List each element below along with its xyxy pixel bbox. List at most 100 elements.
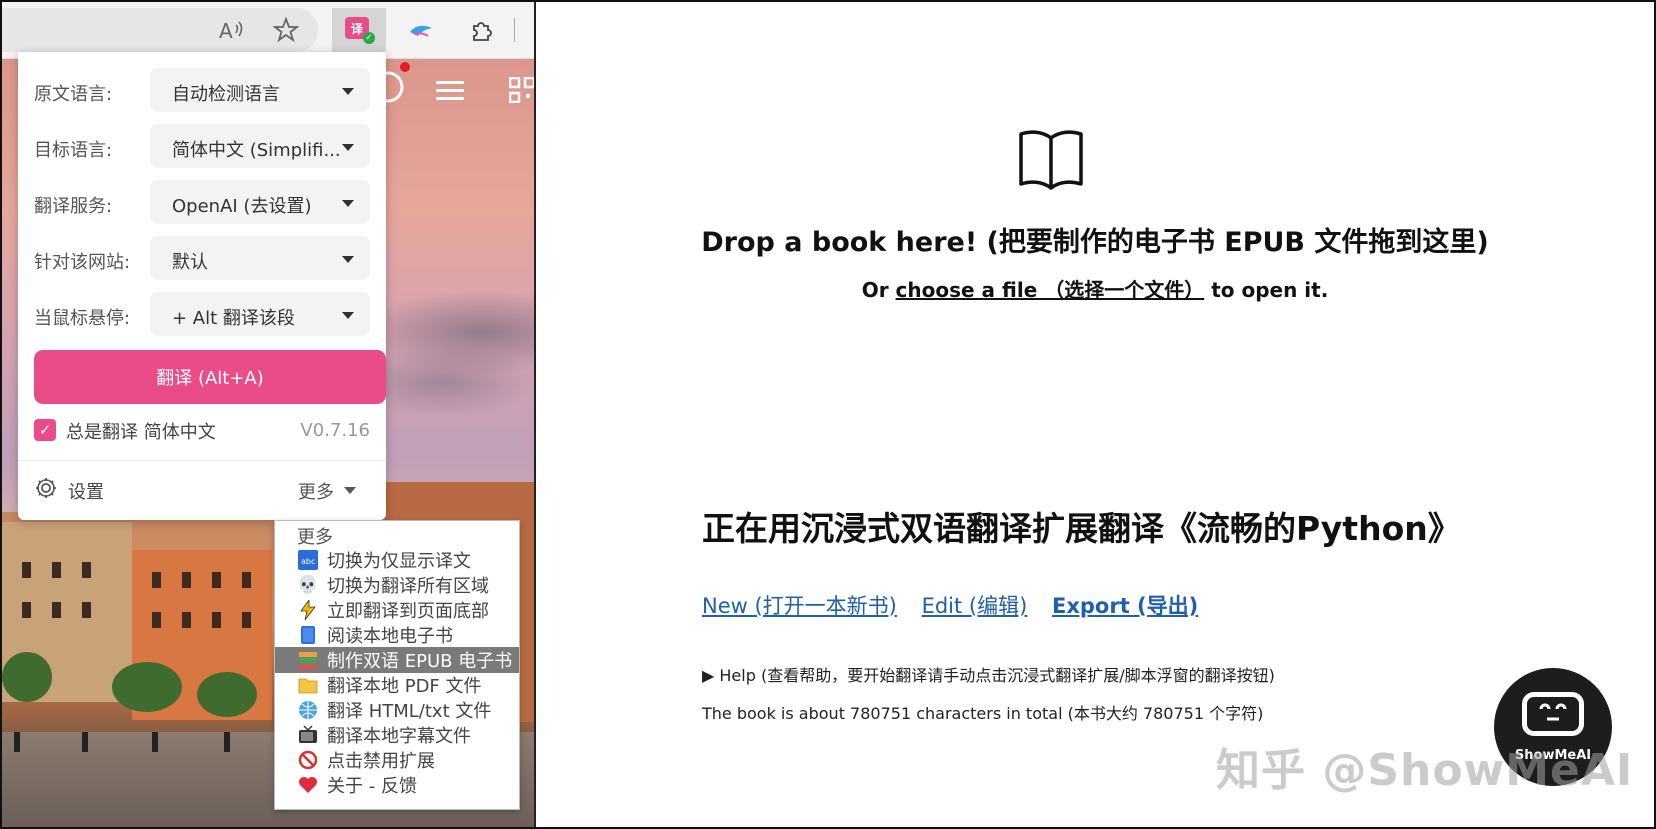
check-badge-icon: ✓ bbox=[363, 32, 375, 44]
version-label: V0.7.16 bbox=[300, 420, 370, 441]
epub-maker-page: Drop a book here! (把要制作的电子书 EPUB 文件拖到这里)… bbox=[536, 2, 1654, 827]
tree bbox=[112, 662, 182, 712]
or-prefix: Or bbox=[861, 278, 889, 302]
translation-heading: 正在用沉浸式双语翻译扩展翻译《流畅的Python》 bbox=[702, 509, 1461, 548]
chevron-down-icon bbox=[342, 88, 354, 95]
browser-panel: A 译 ✓ 原文语言: 自动检测语言 目标语言: 简体中文 (Simplifi.… bbox=[2, 2, 536, 827]
chevron-down-icon bbox=[342, 144, 354, 151]
window bbox=[152, 612, 161, 628]
globe-icon bbox=[297, 699, 319, 721]
site-rule-value: 默认 bbox=[172, 252, 208, 273]
toolbar-separator bbox=[514, 18, 515, 42]
menu-item-translate-to-bottom[interactable]: 立即翻译到页面底部 bbox=[275, 597, 519, 623]
menu-item-translate-pdf[interactable]: 翻译本地 PDF 文件 bbox=[275, 672, 519, 698]
address-bar[interactable] bbox=[2, 8, 318, 52]
favorite-star-icon[interactable] bbox=[272, 16, 300, 44]
prohibited-icon bbox=[297, 749, 319, 771]
gear-icon[interactable] bbox=[34, 476, 58, 506]
window bbox=[82, 602, 91, 618]
skull-icon: 💀 bbox=[297, 575, 319, 595]
new-book-link[interactable]: New (打开一本新书) bbox=[702, 594, 897, 618]
window bbox=[22, 602, 31, 618]
translation-service-value: OpenAI (去设置) bbox=[172, 196, 312, 217]
menu-item-disable-extension[interactable]: 点击禁用扩展 bbox=[275, 747, 519, 773]
lightning-icon bbox=[297, 599, 319, 621]
person bbox=[152, 732, 158, 752]
site-rule-select[interactable]: 默认 bbox=[150, 236, 370, 280]
robot-face-icon bbox=[1522, 692, 1584, 736]
hover-mode-row: 当鼠标悬停: + Alt 翻译该段 bbox=[18, 290, 386, 338]
translation-service-label: 翻译服务: bbox=[34, 196, 113, 217]
more-dropdown-menu: 更多 abc 切换为仅显示译文 💀 切换为翻译所有区域 立即翻译到页面底部 阅读… bbox=[274, 520, 520, 810]
tree bbox=[2, 652, 52, 702]
window bbox=[152, 572, 161, 588]
heart-icon bbox=[297, 774, 319, 796]
source-language-select[interactable]: 自动检测语言 bbox=[150, 68, 370, 112]
wing-extension-icon[interactable] bbox=[407, 16, 435, 44]
menu-item-translate-all-areas[interactable]: 💀 切换为翻译所有区域 bbox=[275, 572, 519, 598]
site-rule-label: 针对该网站: bbox=[34, 252, 131, 273]
target-language-row: 目标语言: 简体中文 (Simplifi... bbox=[18, 122, 386, 170]
window bbox=[242, 572, 251, 588]
menu-item-show-translation-only[interactable]: abc 切换为仅显示译文 bbox=[275, 547, 519, 573]
export-link[interactable]: Export (导出) bbox=[1052, 594, 1198, 618]
source-language-value: 自动检测语言 bbox=[172, 84, 280, 105]
menu-item-label: 立即翻译到页面底部 bbox=[327, 601, 489, 622]
hover-mode-select[interactable]: + Alt 翻译该段 bbox=[150, 292, 370, 336]
target-language-label: 目标语言: bbox=[34, 140, 113, 161]
action-links: New (打开一本新书) Edit (编辑) Export (导出) bbox=[702, 590, 1216, 620]
chevron-down-icon bbox=[342, 256, 354, 263]
tree bbox=[197, 672, 257, 717]
hover-mode-value: + Alt 翻译该段 bbox=[172, 308, 295, 329]
drop-zone-title[interactable]: Drop a book here! (把要制作的电子书 EPUB 文件拖到这里) bbox=[536, 220, 1654, 259]
books-icon bbox=[297, 649, 319, 671]
settings-link[interactable]: 设置 bbox=[68, 478, 104, 504]
edit-link[interactable]: Edit (编辑) bbox=[922, 594, 1028, 618]
choose-file-link[interactable]: choose a file （选择一个文件） bbox=[896, 278, 1205, 302]
window bbox=[52, 562, 61, 578]
blue-book-icon bbox=[297, 624, 319, 646]
target-language-select[interactable]: 简体中文 (Simplifi... bbox=[150, 124, 370, 168]
qr-code-icon[interactable] bbox=[508, 76, 534, 111]
translate-popup: 原文语言: 自动检测语言 目标语言: 简体中文 (Simplifi... 翻译服… bbox=[18, 52, 386, 520]
chevron-down-icon bbox=[342, 200, 354, 207]
menu-item-about-feedback[interactable]: 关于 - 反馈 bbox=[275, 772, 519, 798]
menu-item-make-bilingual-epub[interactable]: 制作双语 EPUB 电子书 bbox=[275, 647, 519, 673]
menu-item-label: 翻译本地 PDF 文件 bbox=[327, 676, 482, 697]
chevron-down-icon bbox=[342, 312, 354, 319]
always-translate-checkbox[interactable]: ✓ bbox=[34, 419, 56, 441]
divider bbox=[18, 460, 386, 461]
character-count: The book is about 780751 characters in t… bbox=[702, 704, 1264, 723]
menu-item-translate-html-txt[interactable]: 翻译 HTML/txt 文件 bbox=[275, 697, 519, 723]
svg-text:abc: abc bbox=[301, 557, 315, 566]
abc-icon: abc bbox=[297, 549, 319, 571]
or-suffix: to open it. bbox=[1211, 278, 1329, 302]
source-language-row: 原文语言: 自动检测语言 bbox=[18, 66, 386, 114]
menu-item-translate-subtitles[interactable]: 翻译本地字幕文件 bbox=[275, 722, 519, 748]
translation-service-select[interactable]: OpenAI (去设置) bbox=[150, 180, 370, 224]
always-translate-label[interactable]: 总是翻译 简体中文 bbox=[66, 418, 216, 444]
translate-button[interactable]: 翻译 (Alt+A) bbox=[34, 350, 386, 404]
read-aloud-icon[interactable]: A bbox=[218, 16, 246, 44]
menu-item-label: 切换为翻译所有区域 bbox=[327, 576, 489, 597]
menu-item-label: 切换为仅显示译文 bbox=[327, 551, 471, 572]
more-button[interactable]: 更多 bbox=[298, 478, 334, 504]
extensions-puzzle-icon[interactable] bbox=[468, 16, 496, 44]
window bbox=[212, 612, 221, 628]
person bbox=[14, 732, 20, 752]
help-toggle[interactable]: ▶ Help (查看帮助，要开始翻译请手动点击沉浸式翻译扩展/脚本浮窗的翻译按钮… bbox=[702, 662, 1275, 686]
watermark: 知乎 @ShowMeAI bbox=[1216, 745, 1634, 796]
person bbox=[224, 732, 230, 752]
hover-mode-label: 当鼠标悬停: bbox=[34, 308, 131, 329]
menu-item-label: 制作双语 EPUB 电子书 bbox=[327, 651, 513, 672]
source-language-label: 原文语言: bbox=[34, 84, 113, 105]
hamburger-menu-icon[interactable] bbox=[436, 76, 466, 111]
menu-item-read-local-ebook[interactable]: 阅读本地电子书 bbox=[275, 622, 519, 648]
browser-toolbar: A 译 ✓ bbox=[2, 2, 534, 59]
person bbox=[82, 732, 88, 752]
window bbox=[182, 572, 191, 588]
window bbox=[212, 572, 221, 588]
window bbox=[52, 602, 61, 618]
menu-item-label: 翻译 HTML/txt 文件 bbox=[327, 701, 492, 722]
menu-item-label: 点击禁用扩展 bbox=[327, 751, 435, 772]
